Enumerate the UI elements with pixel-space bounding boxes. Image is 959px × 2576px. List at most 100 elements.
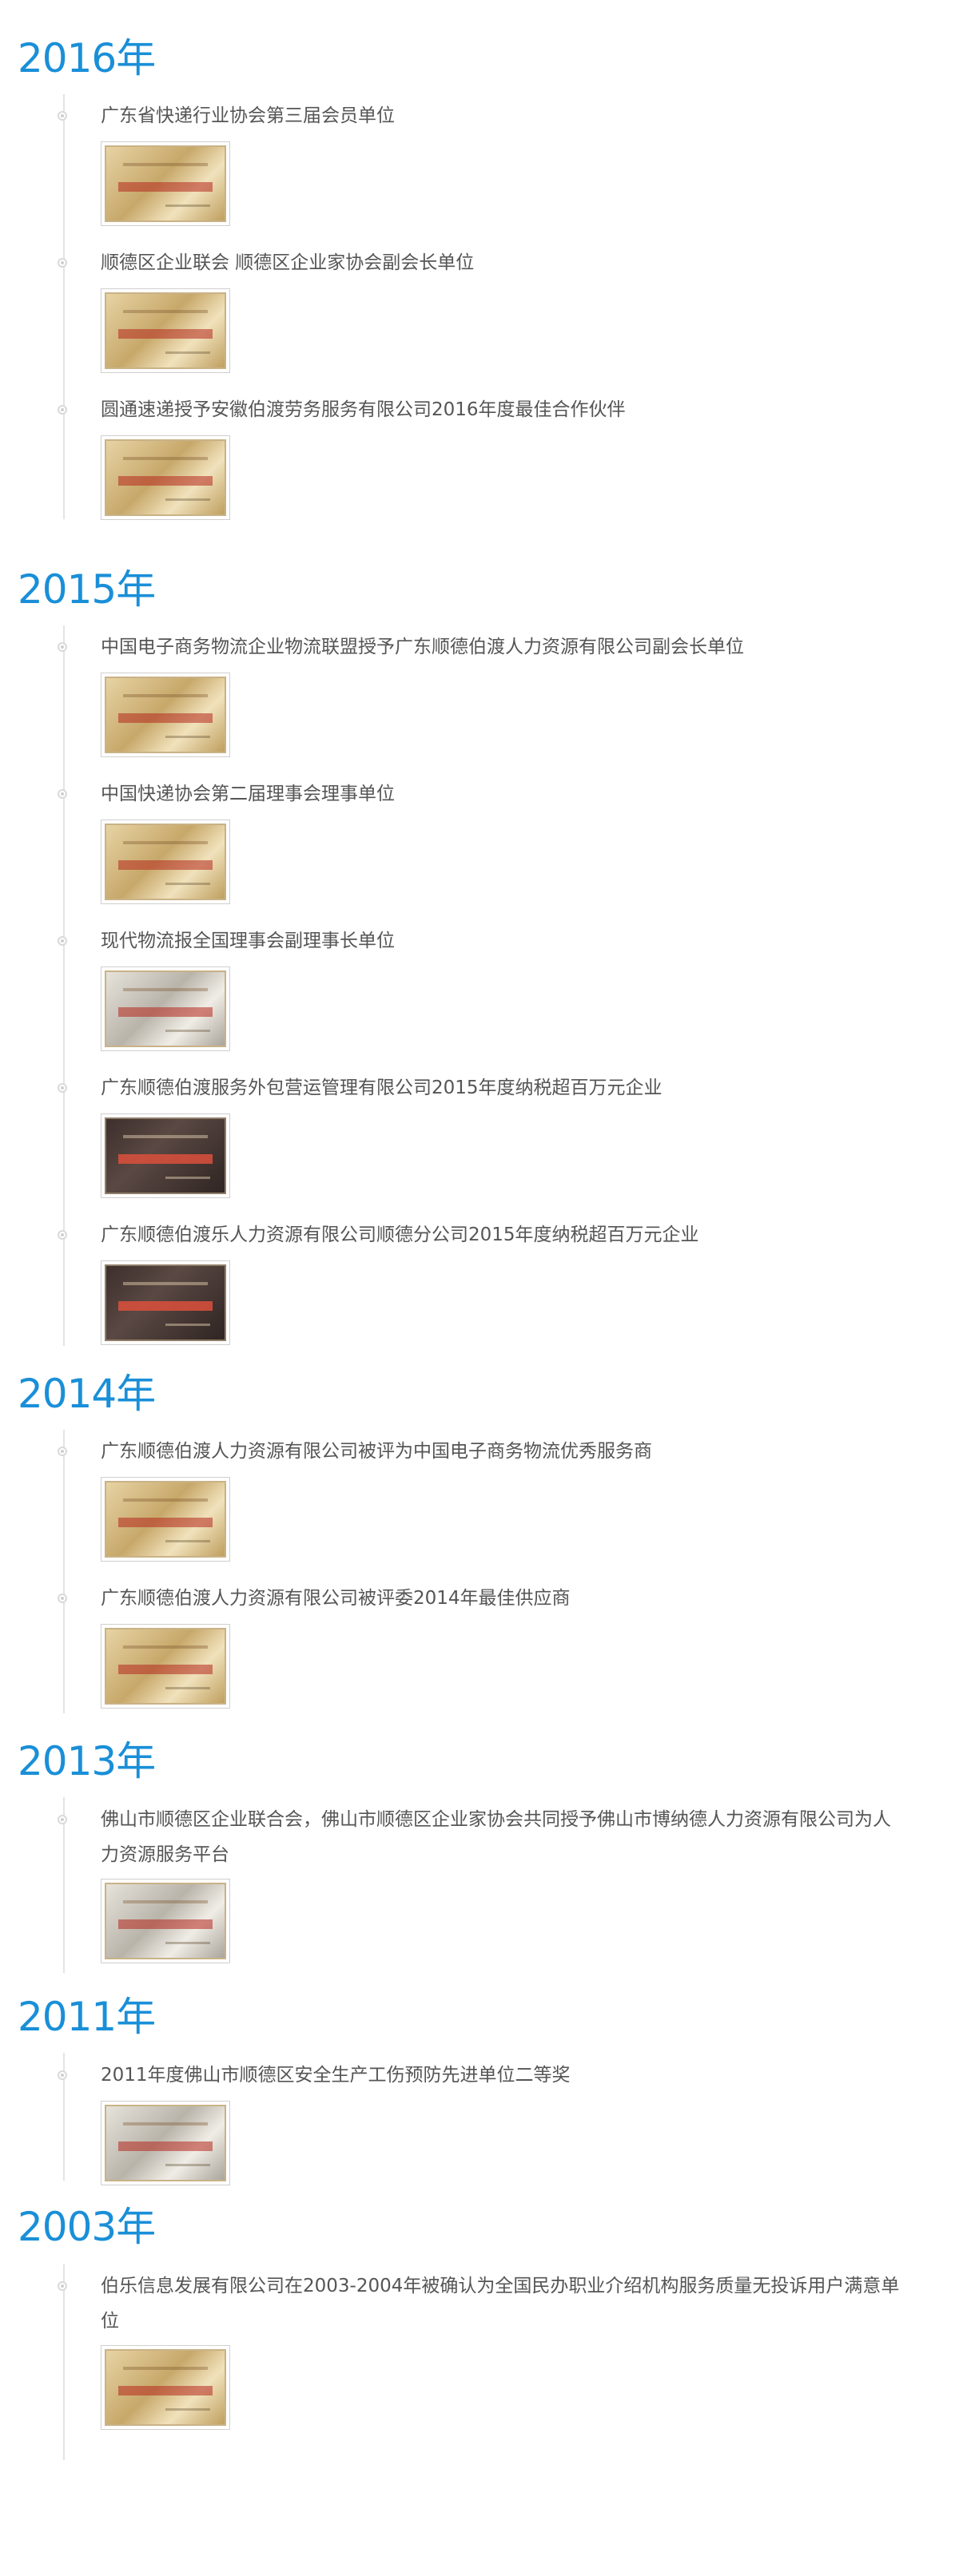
plaque-graphic: [105, 1117, 226, 1194]
plaque-text-line: [122, 457, 209, 461]
plaque-text-line: [117, 1665, 213, 1675]
plaque-text-line: [117, 1518, 213, 1528]
year-heading: 2003年: [18, 2204, 156, 2250]
plaque-text-line: [122, 1900, 209, 1904]
plaque-text-line: [165, 204, 211, 207]
award-title: 2011年度佛山市顺德区安全生产工伤预防先进单位二等奖: [101, 2065, 571, 2086]
year-heading: 2015年: [18, 566, 156, 613]
plaque-text-line: [165, 1176, 211, 1179]
plaque-graphic: [105, 145, 226, 222]
certificate-image[interactable]: [101, 2101, 230, 2185]
certificate-image[interactable]: [101, 2345, 230, 2430]
timeline-line: [63, 2264, 65, 2460]
plaque-text-line: [122, 841, 209, 845]
award-title: 顺德区企业联会 顺德区企业家协会副会长单位: [101, 252, 475, 273]
timeline-dot-icon: [58, 642, 67, 652]
plaque-graphic: [105, 824, 226, 900]
awards-timeline: 2016年广东省快递行业协会第三届会员单位顺德区企业联会 顺德区企业家协会副会长…: [0, 0, 959, 2576]
certificate-image[interactable]: [101, 288, 230, 373]
plaque-text-line: [122, 694, 209, 698]
timeline-dot-icon: [58, 2281, 67, 2291]
plaque-text-line: [165, 1539, 211, 1542]
plaque-text-line: [122, 1282, 209, 1286]
certificate-image[interactable]: [101, 435, 230, 520]
year-heading: 2016年: [18, 35, 156, 81]
plaque-text-line: [122, 310, 209, 314]
certificate-image[interactable]: [101, 141, 230, 226]
certificate-image[interactable]: [101, 673, 230, 757]
certificate-image[interactable]: [101, 966, 230, 1051]
timeline-dot-icon: [58, 1594, 67, 1603]
certificate-image[interactable]: [101, 1624, 230, 1709]
award-title: 佛山市顺德区企业联合会，佛山市顺德区企业家协会共同授予佛山市博纳德人力资源有限公…: [101, 1809, 891, 1865]
plaque-text-line: [165, 1029, 211, 1032]
plaque-graphic: [105, 970, 226, 1047]
plaque-text-line: [117, 860, 213, 871]
award-title: 中国快递协会第二届理事会理事单位: [101, 784, 395, 804]
timeline-dot-icon: [58, 1083, 67, 1093]
plaque-text-line: [122, 988, 209, 992]
plaque-text-line: [165, 351, 211, 354]
plaque-text-line: [117, 1919, 213, 1930]
plaque-text-line: [117, 2141, 213, 2152]
plaque-text-line: [165, 882, 211, 885]
certificate-image[interactable]: [101, 1879, 230, 1963]
award-title: 圆通速递授予安徽伯渡劳务服务有限公司2016年度最佳合作伙伴: [101, 399, 626, 420]
award-title: 广东省快递行业协会第三届会员单位: [101, 105, 395, 126]
timeline-dot-icon: [58, 1815, 67, 1824]
year-heading: 2011年: [18, 1994, 156, 2040]
plaque-text-line: [165, 1686, 211, 1689]
timeline-dot-icon: [58, 1447, 67, 1456]
plaque-graphic: [105, 439, 226, 516]
plaque-text-line: [165, 735, 211, 738]
plaque-text-line: [117, 713, 213, 724]
certificate-image[interactable]: [101, 1477, 230, 1562]
award-title: 伯乐信息发展有限公司在2003-2004年被确认为全国民办职业介绍机构服务质量无…: [101, 2276, 900, 2332]
timeline-dot-icon: [58, 1230, 67, 1240]
plaque-text-line: [122, 1645, 209, 1649]
timeline-dot-icon: [58, 258, 67, 268]
timeline-dot-icon: [58, 2070, 67, 2080]
timeline-dot-icon: [58, 936, 67, 946]
award-title: 广东顺德伯渡乐人力资源有限公司顺德分公司2015年度纳税超百万元企业: [101, 1224, 699, 1245]
award-title: 广东顺德伯渡服务外包营运管理有限公司2015年度纳税超百万元企业: [101, 1078, 663, 1098]
timeline-line: [63, 1430, 65, 1713]
plaque-text-line: [117, 1154, 213, 1165]
award-title: 广东顺德伯渡人力资源有限公司被评为中国电子商务物流优秀服务商: [101, 1441, 652, 1462]
year-heading: 2014年: [18, 1371, 156, 1417]
plaque-text-line: [122, 2122, 209, 2126]
timeline-dot-icon: [58, 405, 67, 415]
plaque-graphic: [105, 2349, 226, 2426]
award-title: 广东顺德伯渡人力资源有限公司被评委2014年最佳供应商: [101, 1588, 571, 1609]
plaque-text-line: [122, 1135, 209, 1139]
plaque-text-line: [117, 182, 213, 193]
plaque-text-line: [122, 163, 209, 167]
certificate-image[interactable]: [101, 1260, 230, 1345]
plaque-graphic: [105, 677, 226, 753]
plaque-graphic: [105, 1883, 226, 1959]
plaque-text-line: [117, 476, 213, 486]
year-heading: 2013年: [18, 1738, 156, 1784]
plaque-text-line: [117, 1301, 213, 1312]
timeline-dot-icon: [58, 111, 67, 121]
award-title: 现代物流报全国理事会副理事长单位: [101, 931, 395, 951]
award-title: 中国电子商务物流企业物流联盟授予广东顺德伯渡人力资源有限公司副会长单位: [101, 637, 744, 657]
plaque-text-line: [117, 2386, 213, 2396]
plaque-graphic: [105, 1264, 226, 1341]
plaque-text-line: [117, 1007, 213, 1018]
plaque-text-line: [165, 2163, 211, 2166]
plaque-text-line: [165, 1323, 211, 1326]
plaque-graphic: [105, 292, 226, 369]
plaque-text-line: [122, 1498, 209, 1502]
plaque-text-line: [165, 498, 211, 501]
plaque-graphic: [105, 1481, 226, 1558]
plaque-text-line: [117, 329, 213, 339]
plaque-graphic: [105, 2105, 226, 2181]
certificate-image[interactable]: [101, 820, 230, 904]
plaque-text-line: [165, 2407, 211, 2411]
plaque-text-line: [165, 1941, 211, 1944]
plaque-graphic: [105, 1628, 226, 1705]
certificate-image[interactable]: [101, 1113, 230, 1198]
plaque-text-line: [122, 2367, 209, 2371]
timeline-line: [63, 94, 65, 519]
